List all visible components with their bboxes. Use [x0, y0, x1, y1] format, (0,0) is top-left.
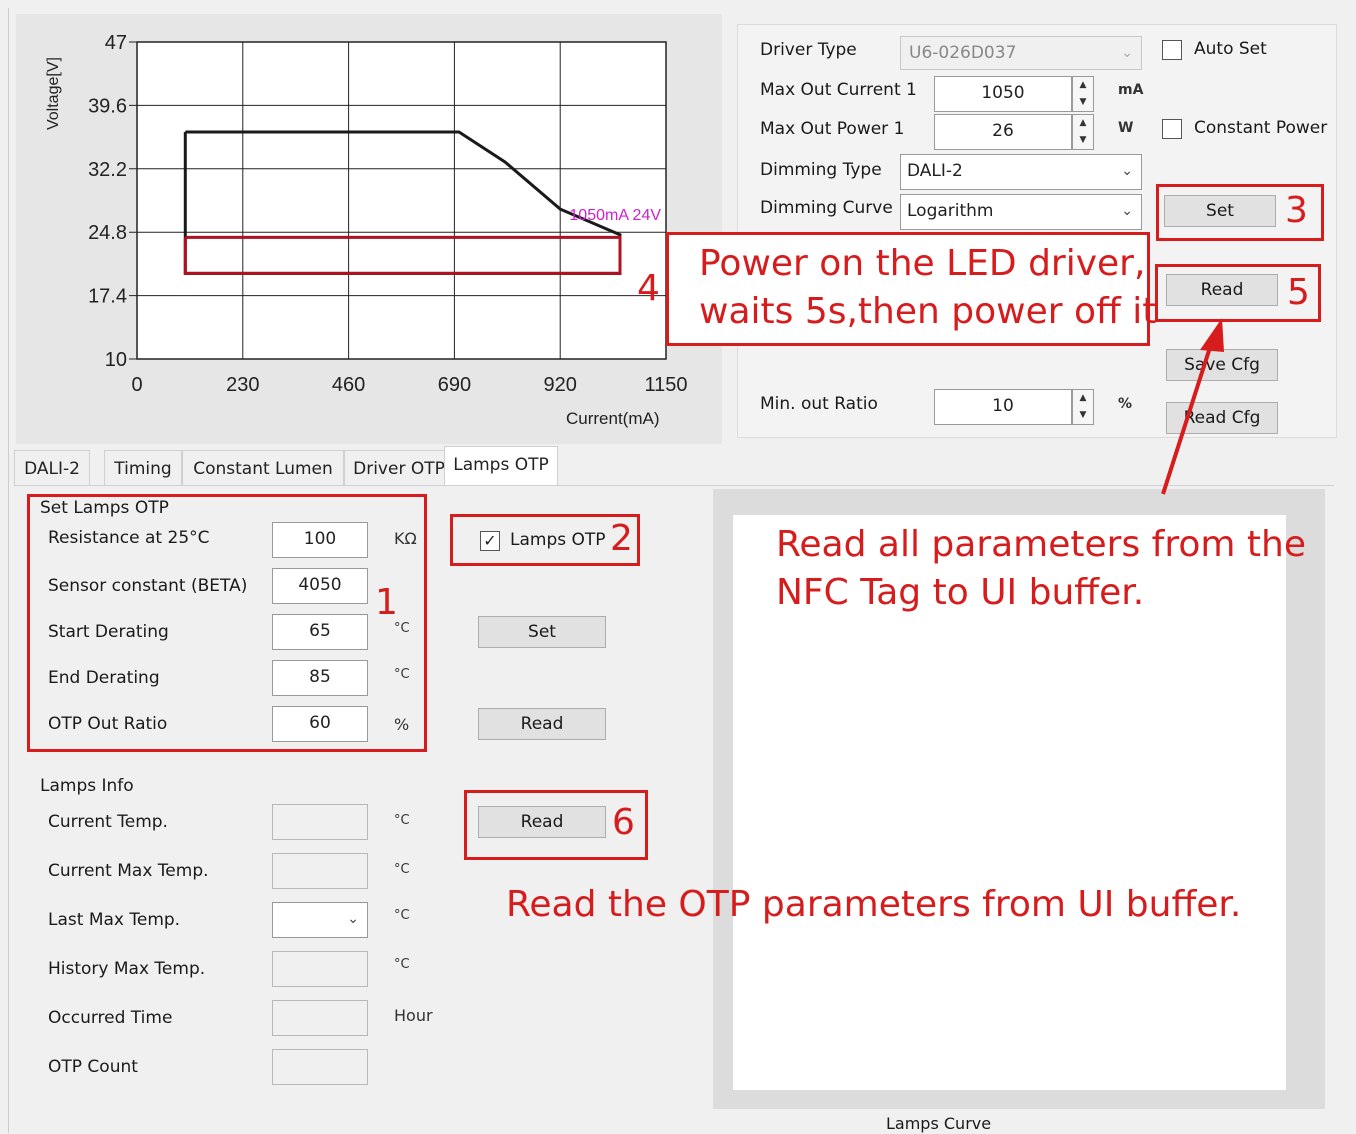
max-out-power-input[interactable]: 26 — [934, 114, 1072, 150]
history-max-temp-label: History Max Temp. — [48, 959, 206, 979]
read-cfg-button[interactable]: Read Cfg — [1166, 402, 1278, 434]
dimming-curve-label: Dimming Curve — [760, 198, 893, 218]
current-max-temp-field — [272, 853, 368, 889]
x-tick-label: 460 — [332, 374, 365, 396]
constant-power-checkbox[interactable] — [1162, 119, 1182, 139]
dimming-type-value: DALI-2 — [907, 161, 963, 181]
tab-lamps-otp[interactable]: Lamps OTP — [444, 446, 558, 486]
spin-down-icon[interactable]: ▼ — [1073, 132, 1093, 149]
last-max-temp-label: Last Max Temp. — [48, 910, 181, 930]
lamps-info-title: Lamps Info — [40, 776, 134, 796]
last-max-temp-unit: °C — [394, 908, 410, 923]
annotation-number-6: 6 — [612, 802, 635, 843]
dimming-type-label: Dimming Type — [760, 160, 882, 180]
lamps-curve-label: Lamps Curve — [886, 1114, 992, 1133]
annotation-box-1 — [27, 494, 427, 752]
history-max-temp-unit: °C — [394, 957, 410, 972]
tab-driver-otp[interactable]: Driver OTP — [344, 450, 454, 486]
driver-type-label: Driver Type — [760, 40, 857, 60]
max-out-current-input[interactable]: 1050 — [934, 76, 1072, 112]
auto-set-label: Auto Set — [1194, 39, 1267, 59]
annotation-number-2: 2 — [610, 518, 633, 559]
output-range-chart-panel: 0 230 460 690 920 1150 47 39.6 32.2 24.8 17.4 10 V… — [16, 14, 722, 444]
x-axis-label: Current(mA) — [566, 409, 660, 428]
y-tick-label: 32.2 — [88, 159, 127, 181]
y-tick-label: 47 — [105, 32, 127, 54]
spin-up-icon[interactable]: ▲ — [1073, 115, 1093, 132]
tab-constant-lumen[interactable]: Constant Lumen — [182, 450, 344, 486]
chevron-down-icon: ⌄ — [1121, 163, 1133, 179]
last-max-temp-select[interactable]: ⌄ — [272, 902, 368, 938]
max-out-power-label: Max Out Power 1 — [760, 119, 905, 139]
spin-up-icon[interactable]: ▲ — [1073, 77, 1093, 94]
save-cfg-button[interactable]: Save Cfg — [1166, 349, 1278, 381]
dimming-type-select[interactable]: DALI-2 ⌄ — [900, 154, 1142, 190]
current-temp-label: Current Temp. — [48, 812, 168, 832]
y-axis-label: Voltage[V] — [45, 57, 62, 130]
spin-down-icon[interactable]: ▼ — [1073, 407, 1093, 424]
x-tick-label: 690 — [438, 374, 471, 396]
min-out-ratio-spinner[interactable]: ▲ ▼ — [1072, 389, 1094, 425]
x-tick-label: 0 — [131, 374, 142, 396]
read-nfc-line1: Read all parameters from the — [776, 524, 1306, 565]
chevron-down-icon: ⌄ — [1121, 203, 1133, 219]
occurred-time-field — [272, 1000, 368, 1036]
power-on-callout: Power on the LED driver, waits 5s,then p… — [666, 232, 1156, 346]
max-out-current-unit: mA — [1118, 82, 1144, 98]
lamps-otp-set-button[interactable]: Set — [478, 616, 606, 648]
otp-count-field — [272, 1049, 368, 1085]
x-tick-label: 230 — [226, 374, 259, 396]
min-out-ratio-input[interactable]: 10 — [934, 389, 1072, 425]
current-max-temp-label: Current Max Temp. — [48, 861, 209, 881]
chevron-down-icon: ⌄ — [347, 911, 359, 927]
operating-point-label: 1050mA 24V — [569, 207, 661, 224]
lamps-otp-read-button[interactable]: Read — [478, 708, 606, 740]
plot-area — [136, 41, 667, 360]
occurred-time-label: Occurred Time — [48, 1008, 173, 1028]
y-tick-label: 10 — [105, 349, 127, 371]
max-out-power-unit: W — [1118, 120, 1134, 136]
y-tick-label: 24.8 — [88, 222, 127, 244]
dimming-curve-value: Logarithm — [907, 201, 994, 221]
dimming-curve-select[interactable]: Logarithm ⌄ — [900, 194, 1142, 230]
tab-dali2[interactable]: DALI-2 — [14, 450, 90, 486]
x-tick-label: 1150 — [644, 374, 687, 396]
y-tick-label: 17.4 — [88, 286, 127, 308]
min-out-ratio-label: Min. out Ratio — [760, 394, 878, 414]
auto-set-checkbox[interactable] — [1162, 40, 1182, 60]
output-range-chart: 0 230 460 690 920 1150 47 39.6 32.2 24.8 17.4 10 V… — [45, 32, 688, 428]
read-nfc-line2: NFC Tag to UI buffer. — [776, 572, 1145, 613]
constant-power-label: Constant Power — [1194, 118, 1328, 138]
history-max-temp-field — [272, 951, 368, 987]
spin-up-icon[interactable]: ▲ — [1073, 390, 1093, 407]
annotation-number-3: 3 — [1285, 190, 1308, 231]
power-on-line1: Power on the LED driver, — [699, 243, 1146, 284]
driver-type-value: U6-026D037 — [909, 43, 1017, 63]
max-out-power-spinner[interactable]: ▲ ▼ — [1072, 114, 1094, 150]
annotation-number-1: 1 — [375, 582, 398, 623]
spin-down-icon[interactable]: ▼ — [1073, 94, 1093, 111]
occurred-time-unit: Hour — [394, 1006, 433, 1025]
y-tick-label: 39.6 — [88, 95, 127, 117]
tab-timing[interactable]: Timing — [104, 450, 182, 486]
current-temp-unit: °C — [394, 813, 410, 828]
otp-count-label: OTP Count — [48, 1057, 138, 1077]
x-tick-label: 920 — [544, 374, 577, 396]
max-out-current-label: Max Out Current 1 — [760, 80, 917, 100]
max-out-current-spinner[interactable]: ▲ ▼ — [1072, 76, 1094, 112]
chevron-down-icon: ⌄ — [1121, 45, 1133, 61]
min-out-ratio-unit: % — [1118, 396, 1133, 412]
current-temp-field — [272, 804, 368, 840]
power-on-line2: waits 5s,then power off it — [699, 291, 1157, 332]
annotation-number-5: 5 — [1287, 272, 1310, 313]
annotation-number-4: 4 — [637, 268, 660, 309]
read-otp-note: Read the OTP parameters from UI buffer. — [506, 884, 1242, 925]
current-max-temp-unit: °C — [394, 862, 410, 877]
driver-type-select[interactable]: U6-026D037 ⌄ — [900, 36, 1142, 70]
